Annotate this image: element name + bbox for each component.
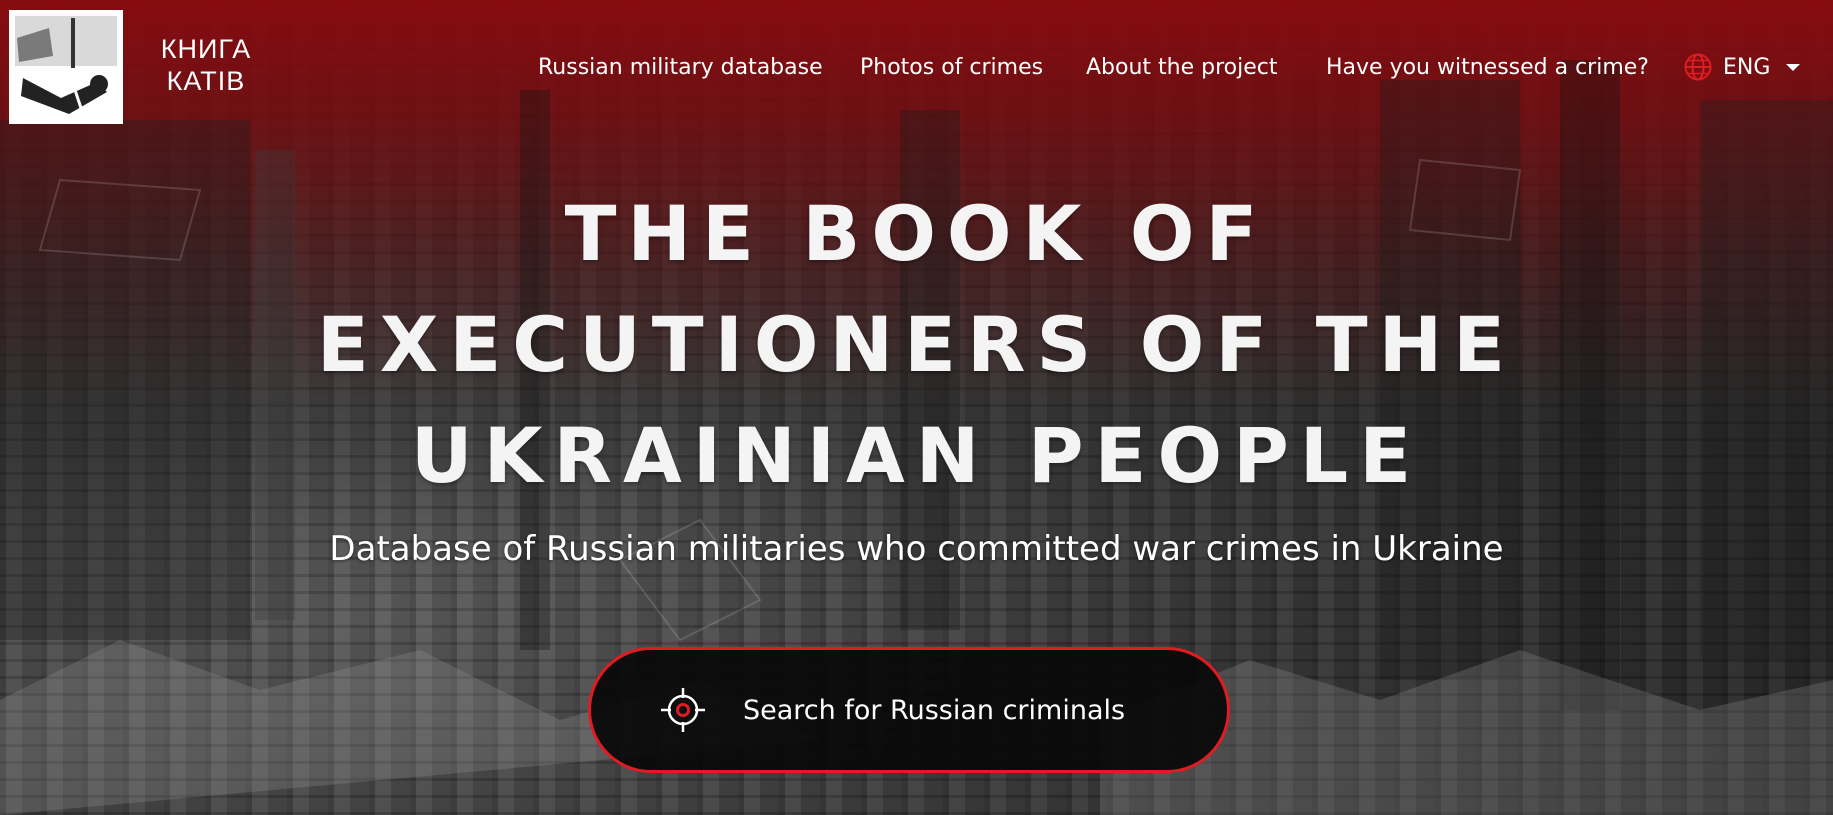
caret-down-icon [1786, 63, 1801, 71]
hero-title-line-2: EXECUTIONERS OF THE [316, 300, 1517, 389]
hero-title: THE BOOK OF EXECUTIONERS OF THE UKRAINIA… [60, 178, 1773, 511]
hero-title-line-1: THE BOOK OF [564, 189, 1269, 278]
hero-title-line-3: UKRAINIAN PEOPLE [410, 411, 1423, 500]
main-nav: Russian military database Photos of crim… [0, 52, 1833, 84]
nav-link-witnessed-crime[interactable]: Have you witnessed a crime? [1326, 52, 1649, 84]
hero-subtitle: Database of Russian militaries who commi… [329, 529, 1504, 569]
nav-link-photos-of-crimes[interactable]: Photos of crimes [860, 52, 1043, 84]
globe-icon [1684, 53, 1712, 81]
nav-link-russian-military-database[interactable]: Russian military database [538, 52, 823, 84]
language-selector[interactable]: ENG [1683, 50, 1801, 84]
search-button-label: Search for Russian criminals [743, 694, 1126, 726]
language-code: ENG [1723, 54, 1771, 80]
search-criminals-button[interactable]: Search for Russian criminals [588, 647, 1230, 773]
crosshair-target-icon [661, 688, 705, 732]
nav-link-about-the-project[interactable]: About the project [1086, 52, 1278, 84]
